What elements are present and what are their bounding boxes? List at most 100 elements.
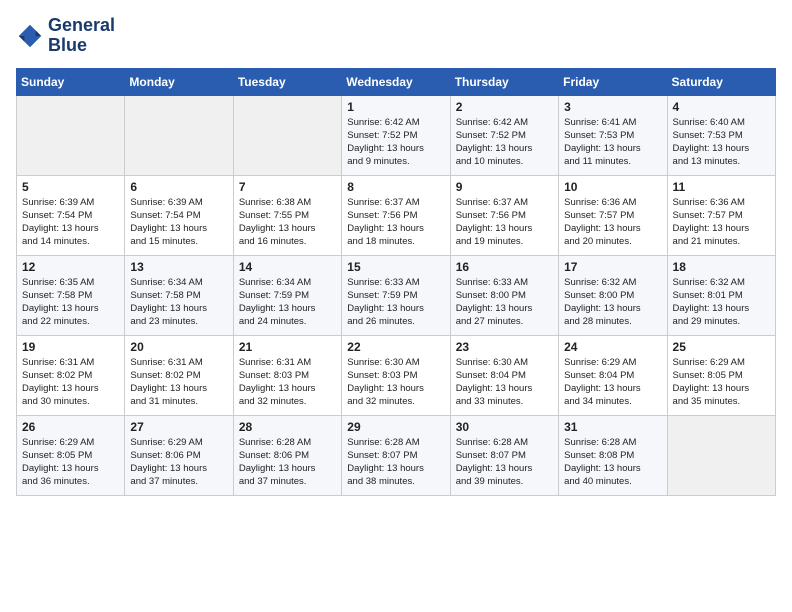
day-number: 29 [347,420,444,434]
day-info: Sunrise: 6:33 AM Sunset: 7:59 PM Dayligh… [347,276,444,329]
calendar-cell: 9 Sunrise: 6:37 AM Sunset: 7:56 PM Daylig… [450,175,558,255]
calendar-cell [17,95,125,175]
day-number: 30 [456,420,553,434]
calendar-cell: 2 Sunrise: 6:42 AM Sunset: 7:52 PM Daylig… [450,95,558,175]
day-info: Sunrise: 6:38 AM Sunset: 7:55 PM Dayligh… [239,196,336,249]
day-info: Sunrise: 6:32 AM Sunset: 8:01 PM Dayligh… [673,276,770,329]
calendar-cell: 31 Sunrise: 6:28 AM Sunset: 8:08 PM Dayli… [559,415,667,495]
day-number: 18 [673,260,770,274]
calendar-cell: 10 Sunrise: 6:36 AM Sunset: 7:57 PM Dayli… [559,175,667,255]
weekday-header-wednesday: Wednesday [342,68,450,95]
weekday-header-saturday: Saturday [667,68,775,95]
weekday-header-friday: Friday [559,68,667,95]
calendar-cell: 8 Sunrise: 6:37 AM Sunset: 7:56 PM Daylig… [342,175,450,255]
day-number: 12 [22,260,119,274]
calendar-cell: 14 Sunrise: 6:34 AM Sunset: 7:59 PM Dayli… [233,255,341,335]
day-info: Sunrise: 6:28 AM Sunset: 8:07 PM Dayligh… [456,436,553,489]
day-number: 27 [130,420,227,434]
day-number: 15 [347,260,444,274]
calendar-cell: 24 Sunrise: 6:29 AM Sunset: 8:04 PM Dayli… [559,335,667,415]
calendar-cell: 5 Sunrise: 6:39 AM Sunset: 7:54 PM Daylig… [17,175,125,255]
calendar-cell: 30 Sunrise: 6:28 AM Sunset: 8:07 PM Dayli… [450,415,558,495]
calendar-cell: 19Sunrise: 6:31 AM Sunset: 8:02 PM Dayli… [17,335,125,415]
day-info: Sunrise: 6:31 AM Sunset: 8:02 PM Dayligh… [22,356,119,409]
day-info: Sunrise: 6:37 AM Sunset: 7:56 PM Dayligh… [347,196,444,249]
day-number: 23 [456,340,553,354]
day-number: 1 [347,100,444,114]
calendar-cell: 21Sunrise: 6:31 AM Sunset: 8:03 PM Dayli… [233,335,341,415]
day-info: Sunrise: 6:29 AM Sunset: 8:05 PM Dayligh… [22,436,119,489]
calendar-cell [667,415,775,495]
day-info: Sunrise: 6:35 AM Sunset: 7:58 PM Dayligh… [22,276,119,329]
calendar-cell [125,95,233,175]
day-info: Sunrise: 6:40 AM Sunset: 7:53 PM Dayligh… [673,116,770,169]
calendar-cell: 13 Sunrise: 6:34 AM Sunset: 7:58 PM Dayli… [125,255,233,335]
day-number: 10 [564,180,661,194]
day-number: 5 [22,180,119,194]
day-info: Sunrise: 6:39 AM Sunset: 7:54 PM Dayligh… [22,196,119,249]
logo-text: General Blue [48,16,115,56]
day-info: Sunrise: 6:28 AM Sunset: 8:06 PM Dayligh… [239,436,336,489]
day-info: Sunrise: 6:37 AM Sunset: 7:56 PM Dayligh… [456,196,553,249]
calendar-cell: 1Sunrise: 6:42 AM Sunset: 7:52 PM Daylig… [342,95,450,175]
day-number: 6 [130,180,227,194]
day-info: Sunrise: 6:41 AM Sunset: 7:53 PM Dayligh… [564,116,661,169]
calendar-cell: 28 Sunrise: 6:28 AM Sunset: 8:06 PM Dayli… [233,415,341,495]
calendar-cell: 15 Sunrise: 6:33 AM Sunset: 7:59 PM Dayli… [342,255,450,335]
calendar-cell: 29Sunrise: 6:28 AM Sunset: 8:07 PM Dayli… [342,415,450,495]
day-number: 8 [347,180,444,194]
calendar-cell: 26 Sunrise: 6:29 AM Sunset: 8:05 PM Dayli… [17,415,125,495]
calendar-cell: 18 Sunrise: 6:32 AM Sunset: 8:01 PM Dayli… [667,255,775,335]
calendar-cell: 3 Sunrise: 6:41 AM Sunset: 7:53 PM Daylig… [559,95,667,175]
day-number: 9 [456,180,553,194]
day-info: Sunrise: 6:31 AM Sunset: 8:02 PM Dayligh… [130,356,227,409]
day-number: 13 [130,260,227,274]
day-number: 21 [239,340,336,354]
day-info: Sunrise: 6:32 AM Sunset: 8:00 PM Dayligh… [564,276,661,329]
day-info: Sunrise: 6:29 AM Sunset: 8:04 PM Dayligh… [564,356,661,409]
day-number: 20 [130,340,227,354]
logo-icon [16,22,44,50]
day-info: Sunrise: 6:34 AM Sunset: 7:58 PM Dayligh… [130,276,227,329]
day-number: 28 [239,420,336,434]
day-info: Sunrise: 6:36 AM Sunset: 7:57 PM Dayligh… [673,196,770,249]
weekday-header-tuesday: Tuesday [233,68,341,95]
day-number: 24 [564,340,661,354]
day-info: Sunrise: 6:42 AM Sunset: 7:52 PM Dayligh… [456,116,553,169]
day-number: 2 [456,100,553,114]
day-info: Sunrise: 6:29 AM Sunset: 8:06 PM Dayligh… [130,436,227,489]
day-number: 17 [564,260,661,274]
calendar-cell: 27 Sunrise: 6:29 AM Sunset: 8:06 PM Dayli… [125,415,233,495]
calendar-cell: 4 Sunrise: 6:40 AM Sunset: 7:53 PM Daylig… [667,95,775,175]
day-number: 31 [564,420,661,434]
calendar-cell: 22 Sunrise: 6:30 AM Sunset: 8:03 PM Dayli… [342,335,450,415]
page-header: General Blue [16,16,776,56]
day-info: Sunrise: 6:34 AM Sunset: 7:59 PM Dayligh… [239,276,336,329]
day-info: Sunrise: 6:30 AM Sunset: 8:04 PM Dayligh… [456,356,553,409]
calendar-cell: 7 Sunrise: 6:38 AM Sunset: 7:55 PM Daylig… [233,175,341,255]
day-number: 3 [564,100,661,114]
calendar-cell [233,95,341,175]
calendar-cell: 23 Sunrise: 6:30 AM Sunset: 8:04 PM Dayli… [450,335,558,415]
weekday-header-sunday: Sunday [17,68,125,95]
weekday-header-monday: Monday [125,68,233,95]
day-info: Sunrise: 6:29 AM Sunset: 8:05 PM Dayligh… [673,356,770,409]
day-number: 22 [347,340,444,354]
day-number: 26 [22,420,119,434]
day-info: Sunrise: 6:28 AM Sunset: 8:08 PM Dayligh… [564,436,661,489]
calendar-cell: 6 Sunrise: 6:39 AM Sunset: 7:54 PM Daylig… [125,175,233,255]
day-number: 7 [239,180,336,194]
calendar-cell: 17 Sunrise: 6:32 AM Sunset: 8:00 PM Dayli… [559,255,667,335]
day-number: 11 [673,180,770,194]
calendar-cell: 16Sunrise: 6:33 AM Sunset: 8:00 PM Dayli… [450,255,558,335]
day-info: Sunrise: 6:30 AM Sunset: 8:03 PM Dayligh… [347,356,444,409]
day-info: Sunrise: 6:36 AM Sunset: 7:57 PM Dayligh… [564,196,661,249]
calendar-cell: 25 Sunrise: 6:29 AM Sunset: 8:05 PM Dayli… [667,335,775,415]
weekday-header-thursday: Thursday [450,68,558,95]
day-number: 14 [239,260,336,274]
day-number: 25 [673,340,770,354]
calendar-cell: 20 Sunrise: 6:31 AM Sunset: 8:02 PM Dayli… [125,335,233,415]
day-info: Sunrise: 6:39 AM Sunset: 7:54 PM Dayligh… [130,196,227,249]
day-number: 4 [673,100,770,114]
calendar-table: SundayMondayTuesdayWednesdayThursdayFrid… [16,68,776,496]
